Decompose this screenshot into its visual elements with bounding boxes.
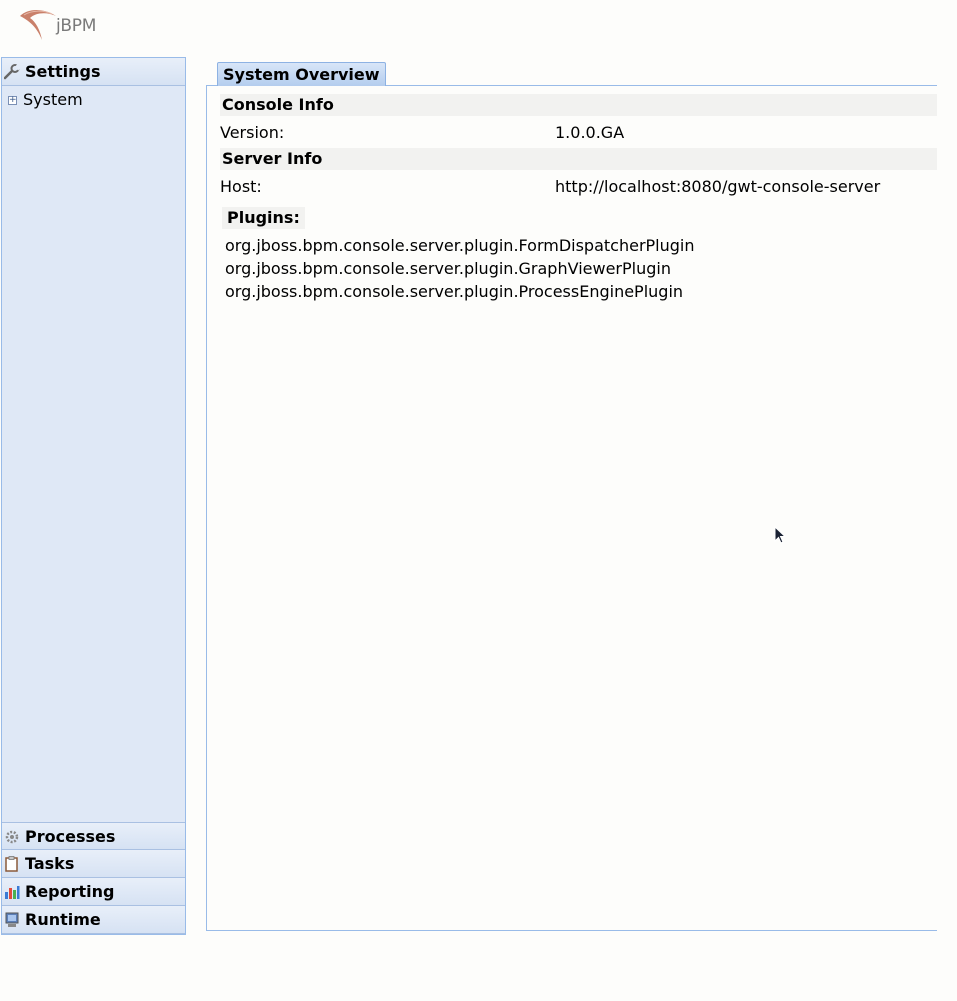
logo-text: jBPM <box>56 16 97 36</box>
nav-header-tasks[interactable]: Tasks <box>2 850 185 878</box>
nav-header-reporting[interactable]: Reporting <box>2 878 185 906</box>
nav-header-label: Reporting <box>25 882 115 901</box>
nav-header-processes[interactable]: Processes <box>2 822 185 850</box>
nav-header-label: Tasks <box>25 854 75 873</box>
navigation-panel: Settings + System Processes Tasks Report… <box>1 57 186 935</box>
tree-item-label: System <box>23 90 83 109</box>
plugin-item: org.jboss.bpm.console.server.plugin.Grap… <box>225 259 671 278</box>
mouse-cursor-icon <box>774 526 787 544</box>
host-label: Host: <box>220 177 262 196</box>
gear-icon <box>4 829 20 845</box>
nav-header-runtime[interactable]: Runtime <box>2 906 185 934</box>
version-label: Version: <box>220 123 285 142</box>
nav-header-label: Runtime <box>25 910 101 929</box>
tab-bar: System Overview <box>206 60 937 86</box>
system-overview-panel: Console Info Version: 1.0.0.GA Server In… <box>206 86 937 931</box>
nav-header-label: Processes <box>25 827 116 846</box>
expand-toggle-icon[interactable]: + <box>8 96 17 105</box>
jbpm-swoosh-logo-icon <box>20 10 56 40</box>
plugin-item: org.jboss.bpm.console.server.plugin.Form… <box>225 236 695 255</box>
jbpm-logo: jBPM <box>18 6 118 42</box>
plugins-heading: Plugins: <box>222 207 305 229</box>
server-info-heading: Server Info <box>220 148 937 170</box>
host-value: http://localhost:8080/gwt-console-server <box>555 177 881 196</box>
version-value: 1.0.0.GA <box>555 123 625 142</box>
clipboard-icon <box>4 856 20 872</box>
monitor-icon <box>4 912 20 928</box>
plugin-item: org.jboss.bpm.console.server.plugin.Proc… <box>225 282 684 301</box>
nav-header-settings[interactable]: Settings <box>2 58 185 86</box>
nav-header-label: Settings <box>25 62 101 81</box>
tab-system-overview[interactable]: System Overview <box>217 62 386 86</box>
bar-chart-icon <box>4 884 20 900</box>
console-info-heading: Console Info <box>220 94 937 116</box>
wrench-icon <box>4 64 20 80</box>
